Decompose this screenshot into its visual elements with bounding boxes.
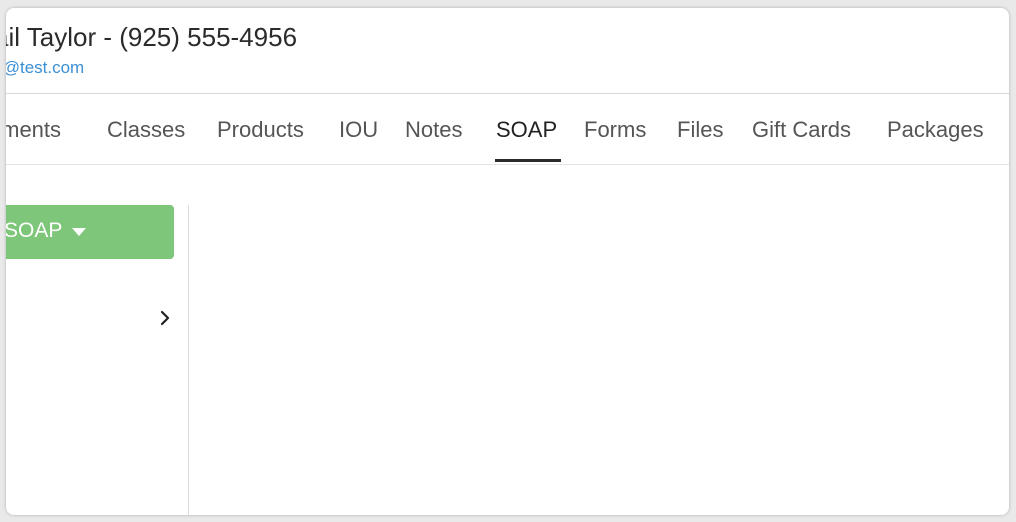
caret-down-icon	[72, 228, 86, 236]
active-tab-indicator	[495, 159, 561, 162]
soap-content-area	[189, 205, 1009, 515]
tab-forms[interactable]: Forms	[584, 117, 646, 143]
tab-notes[interactable]: Notes	[405, 117, 462, 143]
client-email-link[interactable]: t@test.com	[6, 58, 84, 78]
soap-button-label: SOAP	[6, 219, 63, 242]
tab-appointments[interactable]: tments	[6, 117, 61, 143]
tab-packages[interactable]: Packages	[887, 117, 984, 143]
tab-classes[interactable]: Classes	[107, 117, 185, 143]
client-name-phone: ail Taylor - (925) 555-4956	[6, 22, 298, 52]
client-header: ail Taylor - (925) 555-4956 t@test.com	[6, 8, 1009, 94]
chevron-right-icon[interactable]	[157, 308, 173, 328]
profile-tabs: tments Classes Products IOU Notes SOAP F…	[6, 94, 1009, 165]
tab-products[interactable]: Products	[217, 117, 304, 143]
soap-dropdown-button[interactable]: SOAP	[6, 205, 174, 259]
tab-gift-cards[interactable]: Gift Cards	[752, 117, 851, 143]
tab-iou[interactable]: IOU	[339, 117, 378, 143]
client-profile-window: ail Taylor - (925) 555-4956 t@test.com t…	[6, 8, 1009, 515]
tab-soap[interactable]: SOAP	[496, 117, 557, 143]
tab-files[interactable]: Files	[677, 117, 723, 143]
